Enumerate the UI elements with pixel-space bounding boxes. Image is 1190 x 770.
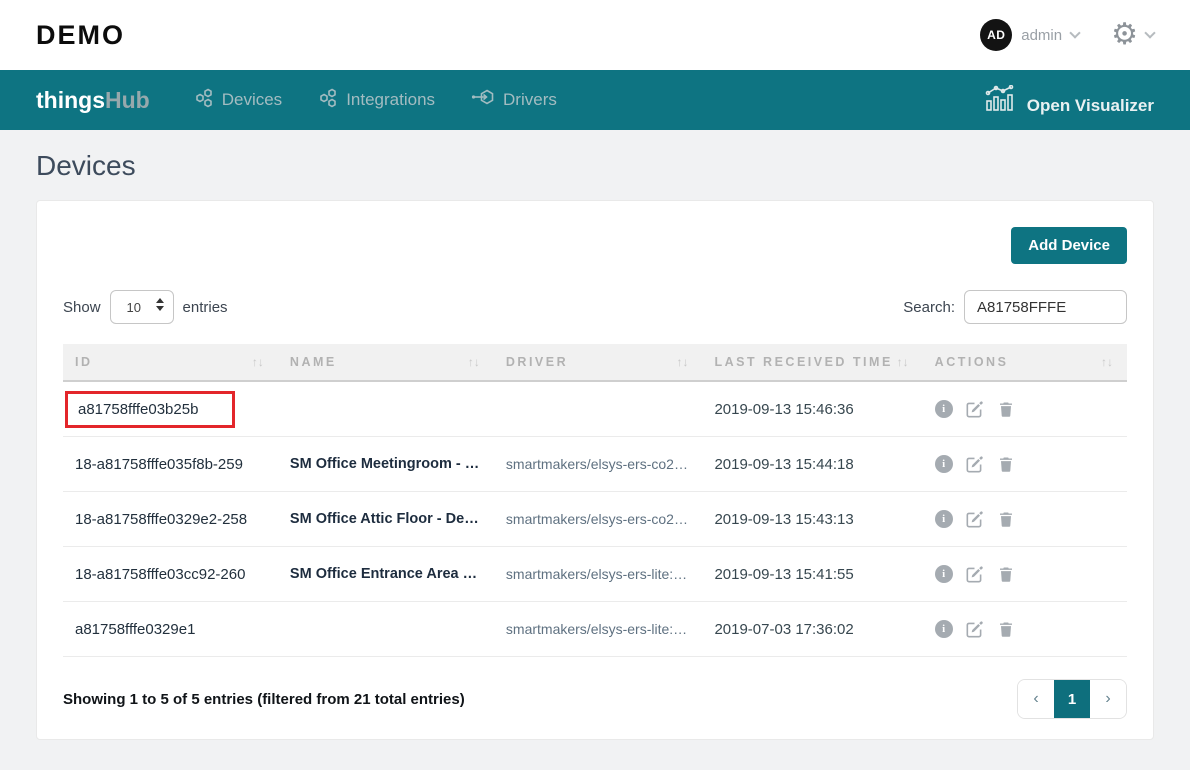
- page-title: Devices: [36, 150, 1154, 182]
- search-input[interactable]: [964, 290, 1127, 324]
- page-size-control: Show 10 entries: [63, 290, 228, 324]
- info-icon[interactable]: i: [935, 620, 953, 638]
- nav-item-integrations[interactable]: Integrations: [318, 88, 435, 113]
- devices-card: Add Device Show 10 entries Search:: [36, 200, 1154, 740]
- table-row[interactable]: 18-a81758fffe035f8b-259 SM Office Meetin…: [63, 437, 1127, 492]
- nav-item-devices[interactable]: Devices: [194, 88, 282, 113]
- sort-icon[interactable]: ↑↓: [252, 355, 264, 369]
- device-id[interactable]: 18-a81758fffe0329e2-258: [63, 511, 278, 528]
- nav-item-label: Devices: [222, 90, 282, 110]
- avatar: AD: [980, 19, 1012, 51]
- sort-icon[interactable]: ↑↓: [676, 355, 688, 369]
- device-name: SM Office Entrance Area - De...: [278, 566, 494, 582]
- search-control: Search:: [903, 290, 1127, 324]
- tenant-logo: DEMO: [36, 20, 125, 51]
- pagination-page-1[interactable]: 1: [1054, 680, 1090, 718]
- column-header-last-received-time[interactable]: LAST RECEIVED TIME ↑↓: [702, 355, 922, 369]
- edit-icon[interactable]: [966, 455, 984, 473]
- info-icon[interactable]: i: [935, 455, 953, 473]
- info-icon[interactable]: i: [935, 565, 953, 583]
- device-last-received: 2019-09-13 15:44:18: [702, 456, 922, 473]
- top-bar: DEMO AD admin ⚙: [0, 0, 1190, 70]
- sort-icon[interactable]: ↑↓: [468, 355, 480, 369]
- devices-table: ID ↑↓ NAME ↑↓ DRIVER ↑↓ LAST RECEIVED TI…: [63, 344, 1127, 657]
- device-id[interactable]: a81758fffe0329e1: [63, 621, 278, 638]
- device-last-received: 2019-07-03 17:36:02: [702, 621, 922, 638]
- column-header-actions[interactable]: ACTIONS ↑↓: [923, 355, 1127, 369]
- table-summary: Showing 1 to 5 of 5 entries (filtered fr…: [63, 691, 465, 708]
- settings-menu[interactable]: ⚙: [1111, 20, 1154, 50]
- sort-icon[interactable]: ↑↓: [897, 355, 909, 369]
- entries-label: entries: [183, 299, 228, 316]
- table-row[interactable]: a81758fffe03b25b 2019-09-13 15:46:36 i: [63, 382, 1127, 437]
- add-device-button[interactable]: Add Device: [1011, 227, 1127, 264]
- table-row[interactable]: 18-a81758fffe03cc92-260 SM Office Entran…: [63, 547, 1127, 602]
- highlight-annotation-box: a81758fffe03b25b: [65, 391, 235, 428]
- chart-icon: [985, 85, 1017, 116]
- device-name: SM Office Meetingroom - De...: [278, 456, 494, 472]
- info-icon[interactable]: i: [935, 400, 953, 418]
- pagination-next-button[interactable]: ›: [1090, 680, 1126, 718]
- edit-icon[interactable]: [966, 510, 984, 528]
- column-header-id[interactable]: ID ↑↓: [63, 355, 278, 369]
- page-size-select[interactable]: 10: [110, 290, 174, 324]
- table-row[interactable]: 18-a81758fffe0329e2-258 SM Office Attic …: [63, 492, 1127, 547]
- open-visualizer-button[interactable]: Open Visualizer: [985, 85, 1154, 116]
- hexagon-cluster-icon: [318, 88, 338, 113]
- table-header: ID ↑↓ NAME ↑↓ DRIVER ↑↓ LAST RECEIVED TI…: [63, 344, 1127, 382]
- edit-icon[interactable]: [966, 565, 984, 583]
- device-driver: smartmakers/elsys-ers-co2:1...: [494, 456, 703, 472]
- delete-icon[interactable]: [997, 455, 1015, 473]
- main-nav: thingsHub Devices Integrations: [0, 70, 1190, 130]
- delete-icon[interactable]: [997, 620, 1015, 638]
- device-driver: smartmakers/elsys-ers-lite:1....: [494, 621, 703, 637]
- device-driver: smartmakers/elsys-ers-lite:1....: [494, 566, 703, 582]
- hexagon-cluster-icon: [194, 88, 214, 113]
- hexagon-arrow-icon: [471, 88, 495, 113]
- info-icon[interactable]: i: [935, 510, 953, 528]
- nav-items: Devices Integrations Driver: [194, 88, 985, 113]
- delete-icon[interactable]: [997, 400, 1015, 418]
- nav-item-label: Integrations: [346, 90, 435, 110]
- device-last-received: 2019-09-13 15:46:36: [702, 401, 922, 418]
- edit-icon[interactable]: [966, 400, 984, 418]
- top-right-controls: AD admin ⚙: [980, 19, 1154, 51]
- brand-thingshub[interactable]: thingsHub: [36, 87, 150, 114]
- device-name: SM Office Attic Floor - Demo ...: [278, 511, 494, 527]
- column-header-driver[interactable]: DRIVER ↑↓: [494, 355, 703, 369]
- device-id[interactable]: a81758fffe03b25b: [78, 401, 198, 418]
- show-label: Show: [63, 299, 101, 316]
- search-label: Search:: [903, 299, 955, 316]
- edit-icon[interactable]: [966, 620, 984, 638]
- delete-icon[interactable]: [997, 510, 1015, 528]
- column-header-name[interactable]: NAME ↑↓: [278, 355, 494, 369]
- device-id[interactable]: 18-a81758fffe035f8b-259: [63, 456, 278, 473]
- delete-icon[interactable]: [997, 565, 1015, 583]
- device-last-received: 2019-09-13 15:41:55: [702, 566, 922, 583]
- brand-bold: things: [36, 87, 105, 113]
- user-menu[interactable]: AD admin: [980, 19, 1079, 51]
- page-content: Devices Add Device Show 10 entries Searc…: [0, 130, 1190, 740]
- table-row[interactable]: a81758fffe0329e1 smartmakers/elsys-ers-l…: [63, 602, 1127, 657]
- nav-item-drivers[interactable]: Drivers: [471, 88, 557, 113]
- device-driver: smartmakers/elsys-ers-co2:1...: [494, 511, 703, 527]
- chevron-down-icon: [1144, 27, 1155, 38]
- username: admin: [1021, 27, 1062, 44]
- device-last-received: 2019-09-13 15:43:13: [702, 511, 922, 528]
- chevron-down-icon: [1069, 27, 1080, 38]
- gear-icon: ⚙: [1111, 20, 1138, 50]
- sort-icon[interactable]: ↑↓: [1101, 355, 1113, 369]
- visualizer-label: Open Visualizer: [1027, 96, 1154, 116]
- pagination-prev-button[interactable]: ‹: [1018, 680, 1054, 718]
- nav-item-label: Drivers: [503, 90, 557, 110]
- brand-light: Hub: [105, 87, 150, 113]
- pagination: ‹ 1 ›: [1017, 679, 1127, 719]
- device-id[interactable]: 18-a81758fffe03cc92-260: [63, 566, 278, 583]
